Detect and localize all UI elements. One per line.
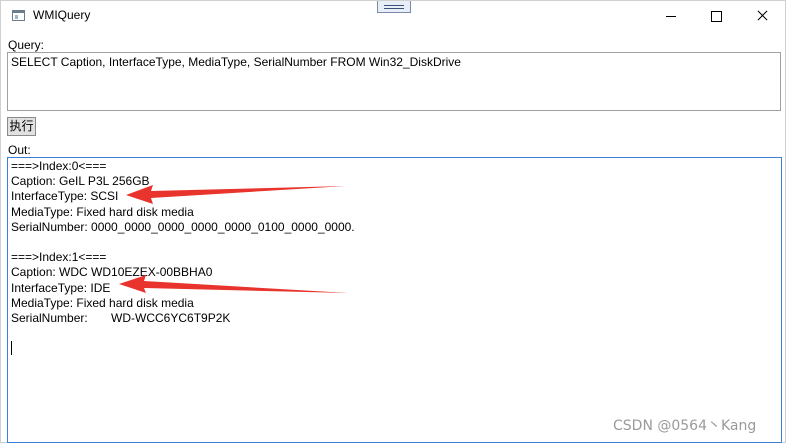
output-line: InterfaceType: IDE bbox=[11, 280, 111, 295]
output-label: Out: bbox=[8, 143, 31, 157]
watermark: CSDN @0564丶Kang bbox=[613, 418, 757, 434]
output-line: Caption: WDC WD10EZEX-00BBHA0 bbox=[11, 265, 213, 280]
execute-button[interactable]: 执行 bbox=[7, 117, 36, 136]
maximize-button[interactable] bbox=[693, 1, 739, 31]
snap-grip-icon[interactable] bbox=[377, 1, 411, 13]
window-title: WMIQuery bbox=[33, 8, 91, 22]
output-line: MediaType: Fixed hard disk media bbox=[11, 204, 194, 219]
title-bar[interactable]: WMIQuery bbox=[1, 1, 785, 31]
output-line: SerialNumber: WD-WCC6YC6T9P2K bbox=[11, 310, 231, 325]
minimize-button[interactable] bbox=[648, 1, 694, 31]
query-label: Query: bbox=[8, 38, 45, 52]
close-button[interactable] bbox=[739, 1, 785, 31]
output-line: InterfaceType: SCSI bbox=[11, 189, 119, 204]
query-input[interactable]: SELECT Caption, InterfaceType, MediaType… bbox=[7, 52, 781, 111]
window-app-icon bbox=[12, 10, 25, 21]
output-line: MediaType: Fixed hard disk media bbox=[11, 295, 194, 310]
text-caret bbox=[11, 341, 12, 355]
app-window: WMIQuery Query: SELECT Caption, Interfac… bbox=[0, 0, 786, 443]
output-textbox[interactable]: ===>Index:0<=== Caption: GeIL P3L 256GB … bbox=[7, 157, 782, 443]
output-line: SerialNumber: 0000_0000_0000_0000_0000_0… bbox=[11, 219, 355, 234]
output-line: ===>Index:0<=== bbox=[11, 159, 107, 173]
output-line: Caption: GeIL P3L 256GB bbox=[11, 174, 150, 189]
output-line: ===>Index:1<=== bbox=[11, 250, 107, 265]
